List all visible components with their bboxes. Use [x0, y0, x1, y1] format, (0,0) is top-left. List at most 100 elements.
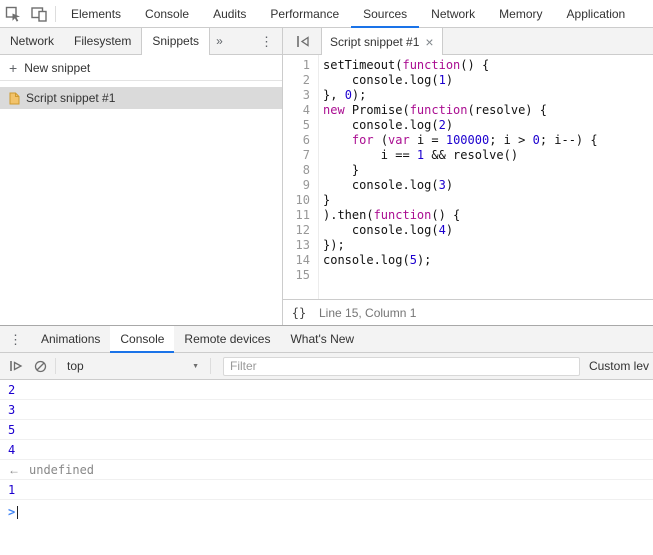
code-line[interactable]: i == 1 && resolve() [323, 148, 653, 163]
sources-panel: + New snippet Script snippet #1 12345678… [0, 55, 653, 325]
editor-code[interactable]: setTimeout(function() { console.log(1)},… [319, 55, 653, 299]
snippet-name: Script snippet #1 [26, 91, 116, 105]
clear-console-icon[interactable] [28, 354, 52, 378]
close-tab-icon[interactable]: × [425, 35, 433, 49]
devtools-window: Elements Console Audits Performance Sources N… [0, 0, 653, 555]
console-message-text: 3 [8, 402, 16, 417]
navigator-more-options-icon[interactable]: ⋮ [251, 28, 282, 55]
main-tab-audits[interactable]: Audits [201, 0, 258, 28]
execution-context-selector[interactable]: top ▼ [59, 359, 207, 373]
editor-status-bar: {} Line 15, Column 1 [283, 299, 653, 325]
code-line[interactable]: new Promise(function(resolve) { [323, 103, 653, 118]
code-line[interactable]: console.log(3) [323, 178, 653, 193]
console-message-text: 1 [8, 482, 16, 497]
snippet-list-item-selected[interactable]: Script snippet #1 [0, 87, 282, 109]
text-caret [17, 505, 19, 519]
main-tabbar: Elements Console Audits Performance Sources N… [0, 0, 653, 28]
line-number: 13 [295, 238, 310, 252]
code-editor[interactable]: 1 2 3 4 5 6 7 8 9 10 11 12 13 14 15 setTimeout(functio… [283, 55, 653, 299]
editor-gutter: 1 2 3 4 5 6 7 8 9 10 11 12 13 14 15 [283, 55, 319, 299]
code-line[interactable]: ).then(function() { [323, 208, 653, 223]
code-line[interactable]: console.log(4) [323, 223, 653, 238]
main-tab-memory[interactable]: Memory [487, 0, 554, 28]
custom-levels-dropdown[interactable]: Custom lev [589, 359, 649, 373]
drawer-more-options-icon[interactable]: ⋮ [0, 326, 31, 353]
subtab-snippets[interactable]: Snippets [141, 28, 211, 55]
console-message-text: 5 [8, 422, 16, 437]
toolbar-divider [55, 358, 56, 374]
code-line[interactable]: setTimeout(function() { [323, 58, 653, 73]
device-toolbar-icon[interactable] [26, 0, 52, 28]
main-tab-elements[interactable]: Elements [59, 0, 133, 28]
console-message-text: 4 [8, 442, 16, 457]
subtab-network[interactable]: Network [0, 28, 64, 55]
console-log-row: 1 [0, 480, 653, 500]
console-message-text: > [8, 505, 16, 519]
drawer: ⋮ Animations Console Remote devices What's … [0, 325, 653, 555]
drawer-tab-console[interactable]: Console [110, 326, 175, 353]
new-snippet-label: New snippet [24, 60, 91, 75]
subtab-filesystem[interactable]: Filesystem [64, 28, 141, 55]
code-line[interactable]: }); [323, 238, 653, 253]
drawer-tabbar: ⋮ Animations Console Remote devices What's … [0, 326, 653, 353]
sources-subtabs: Network Filesystem Snippets [0, 28, 211, 55]
main-tab-console[interactable]: Console [133, 0, 201, 28]
drawer-tabs: Animations Console Remote devices What's Ne… [31, 326, 364, 353]
console-log-row: 5 [0, 420, 653, 440]
console-message-text: undefined [29, 462, 95, 477]
main-tab-application[interactable]: Application [555, 0, 638, 28]
line-number: 14 [295, 253, 310, 267]
editor-tab-script-snippet[interactable]: Script snippet #1 × [321, 28, 443, 55]
line-number: 10 [295, 193, 310, 207]
console-output[interactable]: 2 3 5 4 ← undefined 1 > [0, 380, 653, 555]
toggle-navigator-sidebar-icon[interactable] [291, 30, 315, 54]
console-log-row: 2 [0, 380, 653, 400]
code-line[interactable]: } [323, 163, 653, 178]
line-number: 2 [302, 73, 310, 87]
main-tab-performance[interactable]: Performance [258, 0, 351, 28]
line-number: 5 [302, 118, 310, 132]
console-result-row: ← undefined [0, 460, 653, 480]
snippet-file-icon [9, 92, 20, 104]
code-line[interactable]: console.log(2) [323, 118, 653, 133]
editor-tabbar: Script snippet #1 × [283, 28, 653, 55]
code-line[interactable]: } [323, 193, 653, 208]
console-toolbar: top ▼ Custom lev [0, 353, 653, 380]
code-line[interactable]: }, 0); [323, 88, 653, 103]
main-tab-sources[interactable]: Sources [351, 0, 420, 28]
console-prompt[interactable]: > [0, 500, 653, 521]
code-line[interactable]: console.log(1) [323, 73, 653, 88]
code-line[interactable]: for (var i = 100000; i > 0; i--) { [323, 133, 653, 148]
inspect-element-icon[interactable] [0, 0, 26, 28]
editor-column: 1 2 3 4 5 6 7 8 9 10 11 12 13 14 15 setTimeout(functio… [283, 55, 653, 325]
more-tabs-icon[interactable]: » [210, 28, 229, 55]
navigator-tabbar: Network Filesystem Snippets » ⋮ [0, 28, 283, 55]
line-number: 11 [295, 208, 310, 222]
console-message-text: 2 [8, 382, 16, 397]
toolbar-divider [210, 358, 211, 374]
snippets-navigator: + New snippet Script snippet #1 [0, 55, 283, 325]
line-number: 6 [302, 133, 310, 147]
editor-tab-title: Script snippet #1 [330, 34, 420, 49]
line-number: 8 [302, 163, 310, 177]
new-snippet-button[interactable]: + New snippet [0, 55, 282, 81]
console-filter-input[interactable] [223, 356, 580, 376]
drawer-tab-remote-devices[interactable]: Remote devices [174, 326, 280, 353]
line-number: 1 [302, 58, 310, 72]
line-number: 15 [295, 268, 310, 282]
pretty-print-icon[interactable]: {} [287, 306, 311, 320]
context-selector-value: top [67, 359, 84, 373]
console-log-row: 4 [0, 440, 653, 460]
main-tab-network[interactable]: Network [419, 0, 487, 28]
drawer-tab-animations[interactable]: Animations [31, 326, 110, 353]
line-number: 9 [302, 178, 310, 192]
cursor-position-label: Line 15, Column 1 [319, 305, 417, 320]
toolbar-divider [55, 6, 56, 22]
code-line[interactable]: console.log(5); [323, 253, 653, 268]
code-line[interactable] [323, 268, 653, 283]
drawer-tab-what-s-new[interactable]: What's New [280, 326, 364, 353]
sources-subbar: Network Filesystem Snippets » ⋮ Script sni… [0, 28, 653, 55]
line-number: 7 [302, 148, 310, 162]
show-console-sidebar-icon[interactable] [4, 354, 28, 378]
console-log-row: 3 [0, 400, 653, 420]
